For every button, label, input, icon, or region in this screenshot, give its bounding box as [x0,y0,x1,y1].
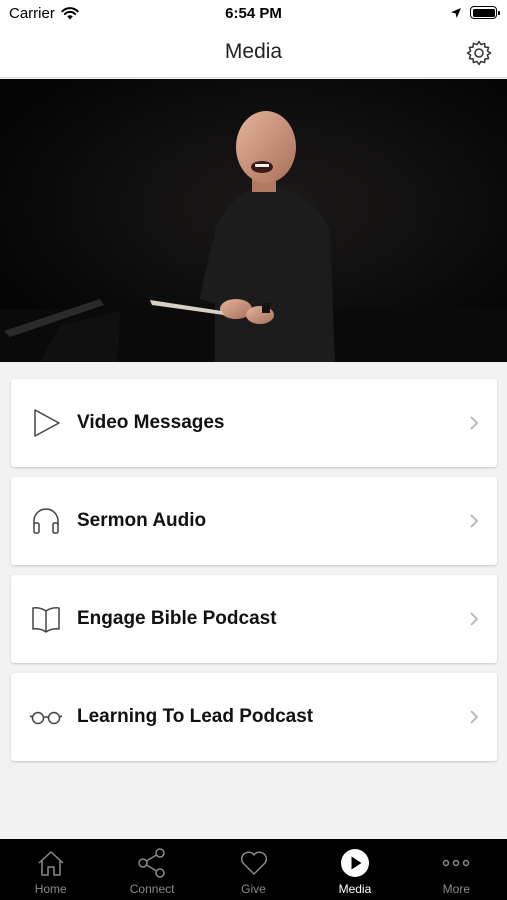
speaker-photo [0,79,507,362]
hero-image [0,79,507,362]
menu-item-label: Sermon Audio [77,510,207,531]
media-menu: Video Messages Sermon Audio Engage Bible… [11,379,497,771]
page-title: Media [224,40,283,63]
share-icon [136,847,168,879]
menu-item-label: Video Messages [77,412,225,433]
nav-bar: Media [0,28,507,78]
home-icon [35,847,67,879]
status-right [450,6,500,19]
tab-bar: Home Connect Give Media More [0,839,507,900]
menu-item-engage-bible-podcast[interactable]: Engage Bible Podcast [11,575,497,663]
menu-item-sermon-audio[interactable]: Sermon Audio [11,477,497,565]
heart-icon [238,847,270,879]
tab-label: Home [34,882,67,896]
chevron-right-icon [470,710,479,724]
headphones-icon [29,504,63,538]
tab-label: Connect [129,882,175,896]
menu-item-label: Engage Bible Podcast [77,608,277,629]
battery-icon [470,6,500,19]
chevron-right-icon [470,514,479,528]
tab-give[interactable]: Give [203,839,304,900]
menu-item-learning-to-lead-podcast[interactable]: Learning To Lead Podcast [11,673,497,761]
more-dots-icon [440,847,472,879]
clock: 6:54 PM [225,5,282,22]
tab-home[interactable]: Home [0,839,101,900]
play-outline-icon [29,406,63,440]
tab-media[interactable]: Media [304,839,405,900]
tab-label: More [442,882,470,896]
tab-connect[interactable]: Connect [101,839,202,900]
chevron-right-icon [470,612,479,626]
location-arrow-icon [451,7,461,18]
menu-item-video-messages[interactable]: Video Messages [11,379,497,467]
open-book-icon [29,602,63,636]
gear-icon[interactable] [465,39,493,67]
play-circle-icon [339,847,371,879]
status-bar: Carrier 6:54 PM [0,0,507,28]
menu-item-label: Learning To Lead Podcast [77,706,314,727]
chevron-right-icon [470,416,479,430]
tab-label: Media [338,882,372,896]
glasses-icon [29,700,63,734]
tab-label: Give [241,882,266,896]
tab-more[interactable]: More [406,839,507,900]
